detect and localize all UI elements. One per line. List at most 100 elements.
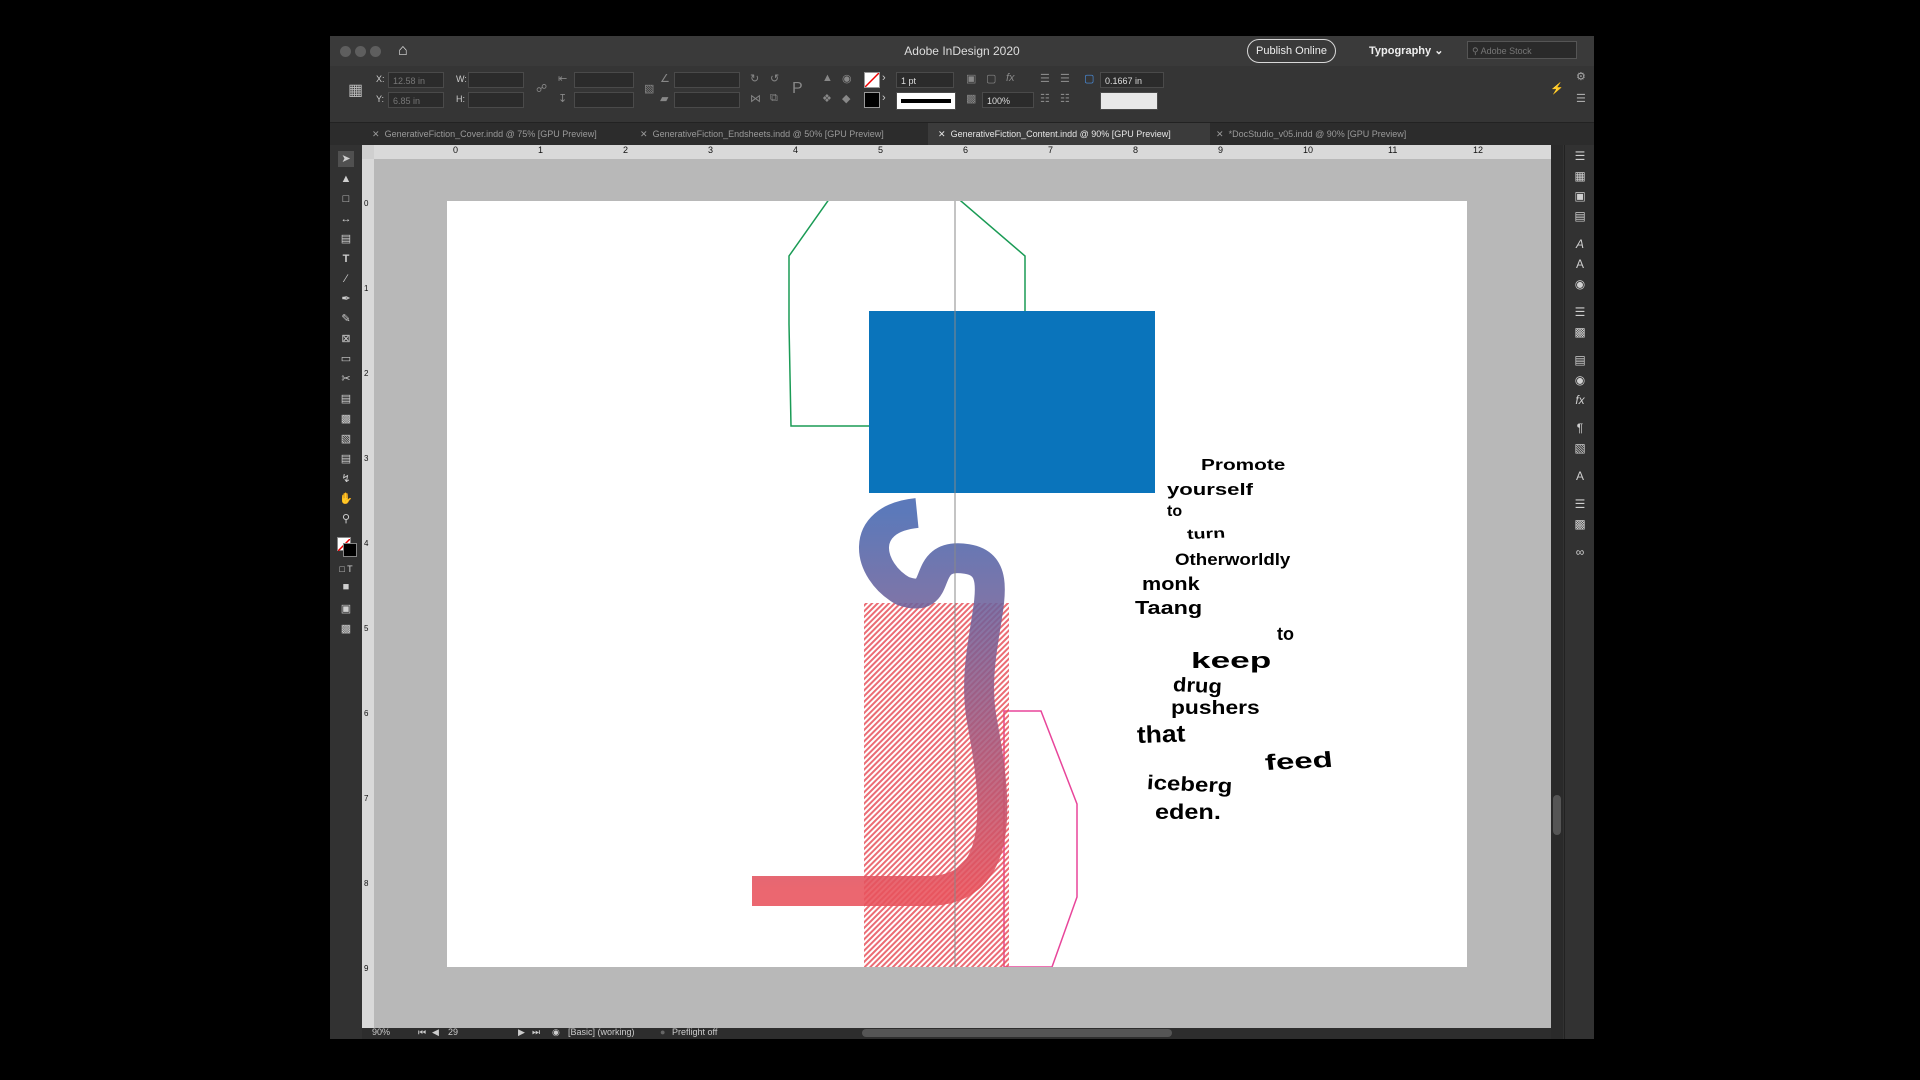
fx-icon[interactable]: fx bbox=[1006, 72, 1015, 84]
selection-tool-icon[interactable]: ➤ bbox=[338, 151, 354, 167]
publish-online-button[interactable]: Publish Online bbox=[1247, 39, 1336, 63]
tab-content[interactable]: ✕ GenerativeFiction_Content.indd @ 90% [… bbox=[928, 123, 1210, 145]
cc-libraries-icon[interactable]: ▤ bbox=[1570, 209, 1590, 227]
gap-tool-icon[interactable]: ↔ bbox=[338, 211, 354, 227]
direct-selection-tool-icon[interactable]: ▲ bbox=[338, 171, 354, 187]
select-container-icon[interactable]: ▲ bbox=[822, 72, 833, 84]
rotate-angle-field[interactable] bbox=[674, 72, 740, 88]
stroke-panel-icon[interactable]: ▤ bbox=[1570, 353, 1590, 371]
shear-angle-field[interactable] bbox=[674, 92, 740, 108]
constrain-proportions-icon[interactable]: ☍ bbox=[536, 82, 547, 95]
gap-tool-icon[interactable]: ▢ bbox=[1084, 72, 1094, 85]
close-icon[interactable]: ✕ bbox=[640, 129, 648, 139]
flip-vertical-icon[interactable]: ⧉ bbox=[770, 92, 778, 105]
type-tool-icon[interactable]: T bbox=[338, 251, 354, 267]
pages-icon[interactable]: ▦ bbox=[1570, 169, 1590, 187]
color-panel-icon[interactable]: ◉ bbox=[1570, 373, 1590, 391]
scale-percent-field[interactable]: 100% bbox=[982, 92, 1034, 108]
effects-icon[interactable]: fx bbox=[1570, 393, 1590, 411]
character-icon[interactable]: A bbox=[1570, 257, 1590, 275]
stroke-color-box[interactable] bbox=[343, 543, 357, 557]
pen-tool-icon[interactable]: ✒ bbox=[338, 291, 354, 307]
close-icon[interactable]: ✕ bbox=[1216, 129, 1224, 139]
character-styles-icon[interactable]: A bbox=[1570, 237, 1590, 255]
y-field[interactable]: 6.85 in bbox=[388, 92, 444, 108]
x-field[interactable]: 12.58 in bbox=[388, 72, 444, 88]
hyperlinks-icon[interactable]: ∞ bbox=[1570, 545, 1590, 563]
horizontal-scroll-thumb[interactable] bbox=[862, 1029, 1172, 1037]
select-content-icon[interactable]: ◉ bbox=[842, 72, 852, 85]
flip-horizontal-icon[interactable]: ⋈ bbox=[750, 92, 761, 105]
gradient-feather-tool-icon[interactable]: ▧ bbox=[338, 431, 354, 447]
scale-x-field[interactable] bbox=[574, 72, 634, 88]
adobe-stock-search[interactable]: ⚲ Adobe Stock bbox=[1467, 41, 1577, 59]
glyphs-icon[interactable]: ◉ bbox=[1570, 277, 1590, 295]
align-center-icon[interactable]: ☰ bbox=[1060, 72, 1070, 85]
scissors-tool-icon[interactable]: ✂ bbox=[338, 371, 354, 387]
vertical-scrollbar[interactable] bbox=[1551, 145, 1563, 1039]
eyedropper-tool-icon[interactable]: ↯ bbox=[338, 471, 354, 487]
swatches-icon[interactable]: ▩ bbox=[1570, 325, 1590, 343]
free-transform-tool-icon[interactable]: ▤ bbox=[338, 391, 354, 407]
select-previous-icon[interactable]: ❖ bbox=[822, 92, 832, 105]
drop-shadow-icon[interactable]: ▢ bbox=[986, 72, 996, 85]
stroke-weight-field[interactable]: 1 pt bbox=[896, 72, 954, 88]
content-collector-icon[interactable]: ▤ bbox=[338, 231, 354, 247]
distribute-spacing-icon[interactable]: ☷ bbox=[1060, 92, 1070, 105]
apply-color-icon[interactable]: ■ bbox=[338, 579, 354, 595]
rotate-ccw-icon[interactable]: ↺ bbox=[770, 72, 779, 85]
style-preview-box[interactable] bbox=[1100, 92, 1158, 110]
gradient-swatch-tool-icon[interactable]: ▩ bbox=[338, 411, 354, 427]
stroke-swatch[interactable] bbox=[864, 92, 880, 108]
zoom-level[interactable]: 90% bbox=[372, 1027, 390, 1037]
gap-field[interactable]: 0.1667 in bbox=[1100, 72, 1164, 88]
lightning-icon[interactable]: ⚡ bbox=[1550, 82, 1564, 95]
text-wrap-icon[interactable]: A bbox=[1570, 469, 1590, 487]
preflight-status[interactable]: Preflight off bbox=[672, 1027, 717, 1037]
links-icon[interactable]: ▣ bbox=[1570, 189, 1590, 207]
workspace-switcher[interactable]: Typography ⌄ bbox=[1369, 44, 1443, 57]
paragraph-styles-icon[interactable]: ¶ bbox=[1570, 421, 1590, 439]
paragraph-icon[interactable]: ☰ bbox=[1570, 305, 1590, 323]
last-page-button[interactable]: ⏭ bbox=[532, 1027, 540, 1038]
tab-endsheets[interactable]: ✕ GenerativeFiction_Endsheets.indd @ 50%… bbox=[640, 123, 928, 145]
preview-mode-icon[interactable]: ▩ bbox=[338, 621, 354, 637]
pink-shape-outline[interactable] bbox=[1003, 710, 1078, 967]
scale-y-field[interactable] bbox=[574, 92, 634, 108]
pencil-tool-icon[interactable]: ✎ bbox=[338, 311, 354, 327]
stroke-menu-arrow[interactable]: › bbox=[882, 92, 886, 104]
scroll-thumb[interactable] bbox=[1553, 795, 1561, 835]
preflight-profile[interactable]: [Basic] (working) bbox=[568, 1027, 635, 1037]
page-number-field[interactable]: 29 bbox=[448, 1027, 458, 1037]
fill-menu-arrow[interactable]: › bbox=[882, 72, 886, 84]
tab-cover[interactable]: ✕ GenerativeFiction_Cover.indd @ 75% [GP… bbox=[372, 123, 640, 145]
pathfinder-icon[interactable]: ▩ bbox=[1570, 517, 1590, 535]
h-field[interactable] bbox=[468, 92, 524, 108]
fill-swatch[interactable] bbox=[864, 72, 880, 88]
link-scale-icon[interactable]: ▧ bbox=[644, 82, 654, 95]
page-tool-icon[interactable]: □ bbox=[338, 191, 354, 207]
rectangle-frame-tool-icon[interactable]: ⊠ bbox=[338, 331, 354, 347]
previous-page-button[interactable]: ◀ bbox=[432, 1027, 439, 1038]
close-icon[interactable]: ✕ bbox=[372, 129, 380, 139]
w-field[interactable] bbox=[468, 72, 524, 88]
object-styles-icon[interactable]: ▧ bbox=[1570, 441, 1590, 459]
zoom-tool-icon[interactable]: ⚲ bbox=[338, 511, 354, 527]
blue-rectangle[interactable] bbox=[869, 311, 1155, 493]
first-page-button[interactable]: ⏮ bbox=[418, 1027, 426, 1038]
next-page-button[interactable]: ▶ bbox=[518, 1027, 525, 1038]
stroke-type-select[interactable] bbox=[896, 92, 956, 110]
align-panel-icon[interactable]: ☰ bbox=[1570, 497, 1590, 515]
close-icon[interactable]: ✕ bbox=[938, 129, 946, 139]
rotate-cw-icon[interactable]: ↻ bbox=[750, 72, 759, 85]
tab-docstudio[interactable]: ✕ *DocStudio_v05.indd @ 90% [GPU Preview… bbox=[1210, 123, 1476, 145]
line-tool-icon[interactable]: ∕ bbox=[338, 271, 354, 287]
formatting-affects-icon[interactable]: □ T bbox=[338, 561, 354, 577]
rectangle-tool-icon[interactable]: ▭ bbox=[338, 351, 354, 367]
select-next-icon[interactable]: ◆ bbox=[842, 92, 850, 105]
distribute-icon[interactable]: ☷ bbox=[1040, 92, 1050, 105]
ruler-origin[interactable] bbox=[362, 145, 374, 159]
reference-point-icon[interactable]: ▦ bbox=[348, 80, 363, 100]
panel-menu-icon[interactable]: ☰ bbox=[1576, 92, 1586, 105]
screen-mode-icon[interactable]: ▣ bbox=[338, 601, 354, 617]
